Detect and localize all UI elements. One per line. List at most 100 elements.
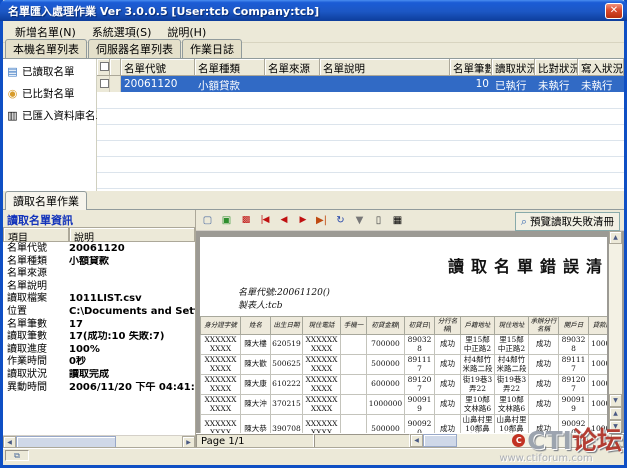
tab-server-list[interactable]: 伺服器名單列表 [88,39,181,58]
scroll-right-icon[interactable]: ▶ [611,434,624,447]
work-section: 讀取名單資訊 項目 說明 名單代號 20061120 名單種類 小額貸款 名單來… [3,210,624,448]
app-statusbar: ⧉ [3,448,624,462]
checkbox-icon [100,79,109,88]
cell-list-code: 20061120 [121,76,195,92]
cell-name: 陳大歡 [241,355,271,375]
report-col-header: 姓名 [241,317,271,335]
col-item[interactable]: 項目 [3,227,69,242]
tab-local-list[interactable]: 本機名單列表 [5,39,87,58]
cell-open-date: 900920 [559,415,589,434]
cell-balance: 100000 [589,415,608,434]
report-row: XXXXXXXXXX 陳大樓 620519 XXXXXXXXXX 700000 … [201,335,608,355]
report-row: XXXXXXXXXX 陳大沖 370215 XXXXXXXXXX 1000000… [201,395,608,415]
preview-vertical-scrollbar[interactable]: ▲ ▼ ▲ ▼ [609,231,622,433]
page-setup-icon[interactable]: ▯ [370,212,387,228]
read-list-icon: ▤ [6,65,19,78]
info-row: 讀取進度 100% [3,344,195,357]
view-fit-width-icon[interactable]: ▩ [237,212,254,228]
cell-name: 陳大康 [241,375,271,395]
sidebar-item-read-lists[interactable]: ▤ 已讀取名單 [4,62,95,81]
next-page-icon[interactable]: ▶ [294,212,311,228]
tab-job-log[interactable]: 作業日誌 [182,39,242,58]
info-row: 異動時間 2006/11/20 下午 04:41:12 [3,382,195,395]
cell-handling-branch: 成功 [529,415,559,434]
tab-read-list-job[interactable]: 讀取名單作業 [5,191,87,210]
cell-handling-branch: 成功 [529,355,559,375]
prev-page-scroll-icon[interactable]: ▲ [609,407,622,420]
col-list-source[interactable]: 名單來源 [265,59,320,76]
cell-handling-branch: 成功 [529,395,559,415]
cell-name: 陳大樓 [241,335,271,355]
info-key: 讀取狀況 [3,369,69,382]
report-col-header: 現住地址 [495,317,529,335]
magnifier-icon: ⌕ [521,215,527,229]
cell-registered-address: 里15鄰中正路2 [461,335,495,355]
cell-loan-amount: 500000 [367,355,405,375]
info-grid-header: 項目 說明 [3,227,195,242]
cell-loan-date: 890328 [405,335,435,355]
info-row: 讀取檔案 1011LIST.csv [3,293,195,306]
print-icon[interactable]: ▦ [389,212,406,228]
info-value: 0秒 [69,356,86,369]
cell-name: 陳大恭 [241,415,271,434]
scroll-left-icon[interactable]: ◀ [410,434,423,447]
cell-write-status: 未執行 [578,76,624,92]
cell-compare-status: 未執行 [535,76,578,92]
cell-birthdate: 370215 [271,395,303,415]
info-key: 作業時間 [3,356,69,369]
view-fit-page-icon[interactable]: ▣ [218,212,235,228]
cell-birthdate: 620519 [271,335,303,355]
col-desc[interactable]: 說明 [69,227,195,242]
report-col-header: 出生日期 [271,317,303,335]
info-value: 17 [69,319,83,332]
cell-loan-date: 900919 [405,395,435,415]
col-read-status[interactable]: 讀取狀況 [492,59,535,76]
col-list-code[interactable]: 名單代號 [121,59,195,76]
last-page-icon[interactable]: ▶| [313,212,330,228]
cell-id: XXXXXXXXXX [201,335,241,355]
cell-mobile [341,415,367,434]
col-list-count[interactable]: 名單筆數 [450,59,492,76]
close-button[interactable]: ✕ [605,3,623,19]
row-checkbox[interactable] [97,76,110,92]
checkbox-icon [100,62,109,71]
scroll-up-icon[interactable]: ▲ [609,231,622,244]
preview-horizontal-scrollbar[interactable]: ◀ ▶ [410,434,624,447]
view-actual-size-icon[interactable]: ▢ [199,212,216,228]
cell-birthdate: 500625 [271,355,303,375]
compare-list-icon: ◉ [6,87,19,100]
preview-failed-list-button[interactable]: ⌕ 預覽讀取失敗清冊 [515,212,620,231]
info-key: 位置 [3,306,69,319]
info-row: 名單代號 20061120 [3,243,195,256]
col-compare-status[interactable]: 比對狀況 [535,59,578,76]
col-list-type[interactable]: 名單種類 [195,59,265,76]
prev-page-icon[interactable]: ◀ [275,212,292,228]
report-col-header: 承辦分行名稱 [529,317,559,335]
info-row: 名單來源 [3,268,195,281]
report-col-header: 分行名稱| [435,317,461,335]
info-key: 讀取進度 [3,344,69,357]
sidebar-item-compared-lists[interactable]: ◉ 已比對名單 [4,84,95,103]
sidebar-item-imported-lists[interactable]: ▥ 已匯入資料庫名單 [4,106,95,125]
report-col-header: 開戶日 [559,317,589,335]
scroll-thumb[interactable] [423,434,457,447]
refresh-icon[interactable]: ↻ [332,212,349,228]
read-info-title: 讀取名單資訊 [3,210,195,227]
col-write-status[interactable]: 寫入狀況 [578,59,624,76]
report-col-header: 現住電話 [303,317,341,335]
cell-mobile [341,375,367,395]
select-all-checkbox[interactable] [97,59,110,76]
cell-phone: XXXXXXXXXX [303,355,341,375]
list-row-selected[interactable]: 20061120 小額貸款 10 已執行 未執行 未執行 [97,76,624,92]
next-page-scroll-icon[interactable]: ▼ [609,420,622,433]
col-list-desc[interactable]: 名單說明 [320,59,450,76]
save-icon[interactable]: ▼ [351,212,368,228]
first-page-icon[interactable]: |◀ [256,212,273,228]
main-tabbar: 本機名單列表伺服器名單列表作業日誌 [3,43,624,59]
report-col-header: 戶籍地址 [461,317,495,335]
info-horizontal-scrollbar[interactable]: ◀ ▶ [3,435,195,448]
titlebar[interactable]: 名單匯入處理作業 Ver 3.0.0.5 [User:tcb Company:t… [0,0,627,21]
info-value: 1011LIST.csv [69,293,142,306]
scroll-down-icon[interactable]: ▼ [609,394,622,407]
info-key: 讀取筆數 [3,331,69,344]
